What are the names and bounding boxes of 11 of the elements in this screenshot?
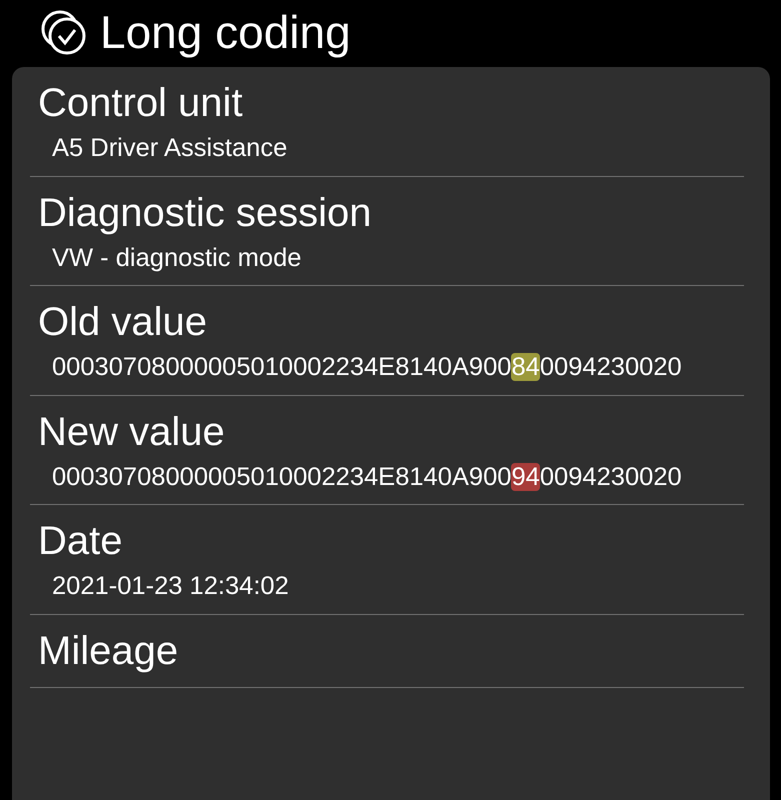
field-label: Mileage bbox=[38, 628, 180, 675]
field-label: Old value bbox=[38, 299, 208, 346]
field-label: New value bbox=[38, 408, 226, 456]
field-value: 2021-01-23 12:34:02 bbox=[51, 571, 290, 602]
field-value: 00030708000005010002234E8140A900940094230020 bbox=[51, 462, 683, 492]
field-value: 00030708000005010002234E8140A900840094230020 bbox=[51, 352, 683, 383]
field-label: Diagnostic session bbox=[38, 190, 372, 237]
field-value: A5 Driver Assistance bbox=[51, 133, 288, 164]
field-label: Control unit bbox=[38, 80, 244, 127]
field-label: Date bbox=[38, 518, 124, 566]
field-value: VW - diagnostic mode bbox=[51, 242, 302, 274]
